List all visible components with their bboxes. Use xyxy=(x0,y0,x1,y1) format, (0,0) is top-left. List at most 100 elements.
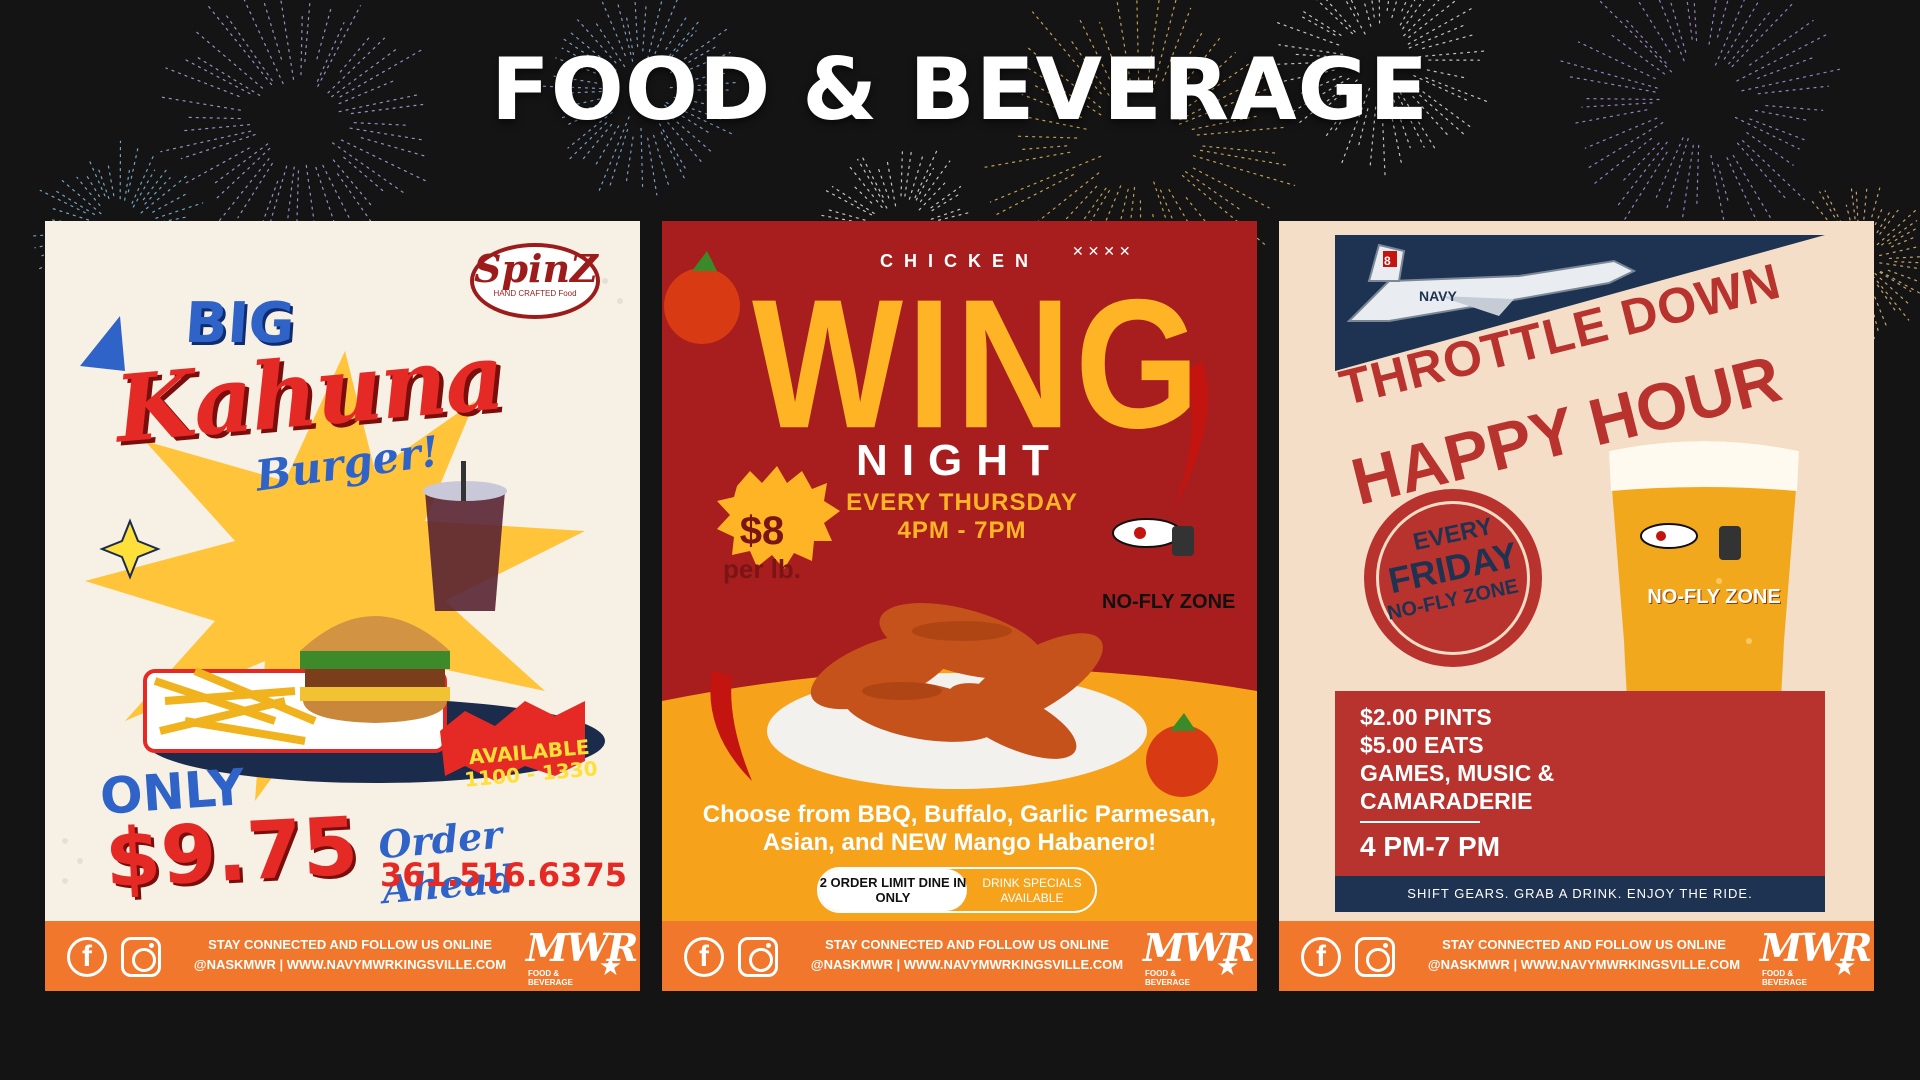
special-eats: $5.00 EATS xyxy=(1360,732,1484,758)
firework-spark xyxy=(331,142,405,194)
follow-line-1: STAY CONNECTED AND FOLLOW US ONLINE xyxy=(208,937,492,952)
order-info-pill: 2 ORDER LIMIT DINE IN ONLY DRINK SPECIAL… xyxy=(817,867,1097,913)
facebook-icon[interactable] xyxy=(684,937,724,977)
phone-number[interactable]: 361.516.6375 xyxy=(380,856,627,894)
firework-spark xyxy=(1717,163,1729,202)
firework-spark xyxy=(1391,0,1398,18)
flavor-options: Choose from BBQ, Buffalo, Garlic Parmesa… xyxy=(702,801,1217,856)
instagram-icon[interactable] xyxy=(1355,937,1395,977)
firework-spark xyxy=(340,139,427,182)
special-pints: $2.00 PINTS xyxy=(1360,704,1492,730)
special-camaraderie: CAMARADERIE xyxy=(1360,788,1533,814)
firework-spark xyxy=(360,137,427,158)
tagline-bar: SHIFT GEARS. GRAB A DRINK. ENJOY THE RID… xyxy=(1335,876,1825,912)
firework-spark xyxy=(1686,0,1693,40)
firework-spark xyxy=(647,137,658,196)
firework-spark xyxy=(1616,141,1668,208)
jet-tail-number: 8 xyxy=(1384,254,1391,268)
every-friday-badge: EVERY FRIDAY NO-FLY ZONE xyxy=(1364,489,1542,667)
firework-spark xyxy=(1407,6,1476,45)
poster-footer: STAY CONNECTED AND FOLLOW US ONLINE @NAS… xyxy=(1279,921,1874,991)
firework-spark xyxy=(1891,235,1918,248)
firework-spark xyxy=(1192,167,1270,209)
spinz-brand: SpinZ xyxy=(474,246,598,291)
instagram-icon[interactable] xyxy=(121,937,161,977)
poster-footer: STAY CONNECTED AND FOLLOW US ONLINE @NAS… xyxy=(45,921,640,991)
event-day: EVERY THURSDAY xyxy=(846,489,1078,516)
specials-list: $2.00 PINTS $5.00 EATS GAMES, MUSIC & CA… xyxy=(1360,703,1554,815)
follow-line-1: STAY CONNECTED AND FOLLOW US ONLINE xyxy=(825,937,1109,952)
mwr-logo-sub: FOOD & BEVERAGE xyxy=(528,969,573,987)
facebook-icon[interactable] xyxy=(67,937,107,977)
firework-spark xyxy=(1593,137,1652,185)
firework-spark xyxy=(1344,0,1366,35)
follow-text: STAY CONNECTED AND FOLLOW US ONLINE @NAS… xyxy=(802,935,1132,975)
firework-spark xyxy=(1717,0,1729,38)
firework-spark xyxy=(85,173,100,198)
firework-spark xyxy=(1654,137,1684,202)
star-icon: ★ xyxy=(1215,951,1239,981)
firework-spark xyxy=(1378,0,1381,24)
specials-divider xyxy=(1360,821,1480,823)
firework-spark xyxy=(1192,155,1296,186)
firework-spark xyxy=(931,192,962,212)
firework-spark xyxy=(886,160,897,207)
firework-spark xyxy=(625,136,634,185)
firework-spark xyxy=(76,176,101,206)
mwr-logo-sub: FOOD & BEVERAGE xyxy=(1145,969,1190,987)
firework-spark xyxy=(1872,275,1910,321)
burger-price: $9.75 xyxy=(102,799,361,906)
facebook-icon[interactable] xyxy=(1301,937,1341,977)
instagram-icon[interactable] xyxy=(738,937,778,977)
headline-night: NIGHT xyxy=(856,436,1063,485)
firework-spark xyxy=(1624,151,1668,220)
firework-spark xyxy=(877,167,890,199)
firework-spark xyxy=(1371,0,1375,18)
poster-big-kahuna-burger[interactable]: SpinZ HAND CRAFTED Food BIG Kahuna Burge… xyxy=(45,221,640,991)
firework-spark xyxy=(1019,145,1068,151)
mwr-logo-sub: FOOD & BEVERAGE xyxy=(1762,969,1807,987)
firework-spark xyxy=(1894,261,1920,264)
firework-spark xyxy=(984,151,1071,168)
follow-line-1: STAY CONNECTED AND FOLLOW US ONLINE xyxy=(1442,937,1726,952)
mwr-logo: MWR FOOD & BEVERAGE ★ xyxy=(526,925,638,987)
firework-spark xyxy=(1350,0,1360,16)
special-games: GAMES, MUSIC & xyxy=(1360,760,1555,786)
firework-spark xyxy=(1693,0,1698,42)
firework-spark xyxy=(127,144,140,193)
event-time: 4PM - 7PM xyxy=(897,517,1027,544)
firework-spark xyxy=(155,202,204,219)
firework-spark xyxy=(1401,0,1408,12)
wing-price: $8 xyxy=(739,509,785,553)
firework-spark xyxy=(994,174,1074,217)
specials-box: $2.00 PINTS $5.00 EATS GAMES, MUSIC & CA… xyxy=(1335,691,1825,876)
firework-spark xyxy=(124,165,131,201)
order-limit: 2 ORDER LIMIT DINE IN ONLY xyxy=(819,869,967,911)
firework-spark xyxy=(930,186,962,209)
firework-spark xyxy=(1726,157,1760,226)
firework-spark xyxy=(1879,271,1912,292)
firework-spark xyxy=(1185,171,1242,212)
firework-spark xyxy=(653,134,670,186)
follow-line-2[interactable]: @NASKMWR | WWW.NAVYMWRKINGSVILLE.COM xyxy=(185,955,515,975)
firework-spark xyxy=(1736,142,1787,200)
firework-spark xyxy=(87,156,106,197)
firework-spark xyxy=(1665,138,1689,211)
follow-line-2[interactable]: @NASKMWR | WWW.NAVYMWRKINGSVILLE.COM xyxy=(802,955,1132,975)
firework-spark xyxy=(61,180,102,215)
star-icon: ★ xyxy=(1832,951,1856,981)
jet-navy-label: NAVY xyxy=(1419,288,1458,304)
follow-line-2[interactable]: @NASKMWR | WWW.NAVYMWRKINGSVILLE.COM xyxy=(1419,955,1749,975)
firework-spark xyxy=(1402,0,1425,30)
firework-spark xyxy=(213,143,269,185)
firework-spark xyxy=(1202,145,1276,154)
spinz-logo: SpinZ HAND CRAFTED Food xyxy=(470,243,600,319)
firework-spark xyxy=(1879,262,1920,270)
firework-spark xyxy=(1876,207,1920,246)
firework-spark xyxy=(1403,0,1440,37)
wing-price-unit: per lb. xyxy=(722,554,801,584)
poster-chicken-wing-night[interactable]: ✕ ✕ ✕ ✕ CHICKEN WING NIGHT EVERY THURSDA… xyxy=(662,221,1257,991)
follow-text: STAY CONNECTED AND FOLLOW US ONLINE @NAS… xyxy=(185,935,515,975)
firework-spark xyxy=(852,184,873,204)
poster-throttle-down-happy-hour[interactable]: NAVY 8 THROTTLE DOWN HAPPY HOUR EVERY FR… xyxy=(1279,221,1874,991)
